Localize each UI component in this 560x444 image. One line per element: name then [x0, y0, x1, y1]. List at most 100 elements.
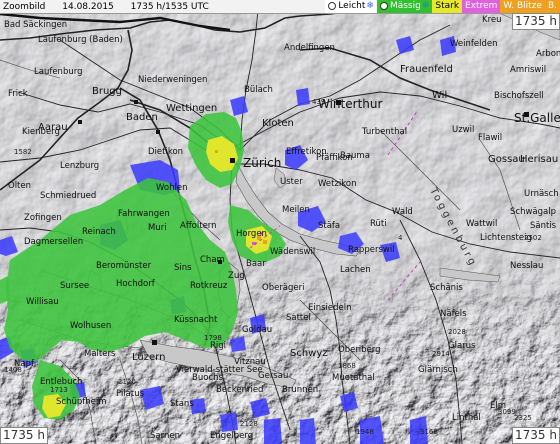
label-einsiedeln: Einsiedeln: [308, 303, 352, 313]
label-muri: Muri: [148, 223, 167, 233]
label-herisau: Herisau: [520, 154, 558, 165]
legend-dot-icon: [379, 1, 388, 10]
label-sattel: Sattel: [286, 313, 311, 323]
radar-map-view: Bad Säckingen Laufenburg (Baden) Laufenb…: [0, 0, 560, 444]
precipitation-radar-map: Bad Säckingen Laufenburg (Baden) Laufenb…: [0, 0, 560, 444]
elevation-label: 2028: [448, 328, 466, 336]
label-kreuzlingen: Kreu: [482, 15, 502, 25]
label-linthal: Linthal: [452, 413, 481, 423]
label-st-gallen: St.Gallen: [514, 111, 560, 125]
label-uzwil: Uzwil: [452, 125, 474, 135]
label-santis: Säntis: [530, 221, 557, 231]
label-stans: Stans: [170, 399, 194, 409]
label-amriswil: Amriswil: [510, 65, 546, 75]
label-arbon: Arbon: [536, 49, 560, 59]
legend-item-stark: Stark: [432, 0, 463, 13]
label-brunnen: Brunnen: [282, 385, 318, 395]
label-zurich: Zürich: [243, 156, 281, 170]
label-laufenburg-baden: Laufenburg (Baden): [38, 35, 123, 45]
elevation-label: 2325: [514, 414, 532, 422]
date-label: 14.08.2015: [62, 1, 114, 12]
label-wetzikon: Wetzikon: [318, 179, 357, 189]
label-hochdorf: Hochdorf: [116, 279, 156, 289]
label-bischofszell: Bischofszell: [494, 91, 544, 101]
label-baar: Baar: [246, 259, 266, 269]
timestamp-bottom-right: 1735 h: [512, 427, 560, 444]
label-glarnisch: Glärnisch: [418, 365, 458, 375]
elevation-label: 2502: [524, 234, 542, 242]
legend-dot-icon: [328, 1, 337, 10]
label-oberageri: Oberägeri: [262, 283, 305, 293]
label-lachen: Lachen: [340, 265, 371, 275]
label-rigi: Rigi: [210, 341, 226, 351]
label-flawil: Flawil: [478, 133, 502, 143]
label-uster: Uster: [280, 177, 303, 187]
label-niederweningen: Niederweningen: [138, 75, 207, 85]
label-fahrwangen: Fahrwangen: [118, 209, 170, 219]
label-kienberg: Kienberg: [22, 127, 60, 137]
label-beromunster: Beromünster: [96, 261, 152, 271]
view-mode-label: Zoombild: [3, 1, 46, 12]
label-frick: Frick: [8, 89, 28, 99]
label-rapperswil: Rapperswil: [348, 245, 395, 255]
elevation-label: 1868: [338, 362, 356, 370]
label-sins: Sins: [174, 263, 192, 273]
label-engelberg: Engelberg: [210, 431, 253, 441]
snowflake-icon: ❄: [421, 1, 430, 11]
elevation-label: 1798: [204, 334, 222, 342]
legend-label: Extrem: [465, 1, 498, 11]
label-zofingen: Zofingen: [24, 213, 62, 223]
label-urnasch: Urnäsch: [524, 189, 559, 199]
label-malters: Malters: [84, 349, 116, 359]
legend-label: W. Blitze: [503, 1, 542, 11]
timestamp-top-right: 1735 h: [512, 13, 560, 30]
label-horgen: Horgen: [236, 229, 267, 239]
label-meilen: Meilen: [282, 205, 310, 215]
label-wolhusen: Wolhusen: [70, 321, 111, 331]
label-laufenburg: Laufenburg: [34, 67, 82, 77]
label-bad-sackingen: Bad Säckingen: [4, 20, 67, 30]
legend-item-b: B.: [544, 0, 560, 13]
header-bar: Zoombild 14.08.2015 1735 h/1535 UTC Leic…: [0, 0, 560, 14]
legend-item-m-ssig: Mässig❄: [376, 0, 433, 13]
label-ruti: Rüti: [370, 219, 387, 229]
legend-label: Stark: [435, 1, 460, 11]
label-winterthur: Winterthur: [318, 97, 382, 111]
elevation-label: 1582: [14, 148, 32, 156]
elevation-label: 2128: [240, 420, 258, 428]
label-wald: Wald: [392, 207, 413, 217]
elevation-label: 4: [398, 234, 403, 242]
label-schupfheim: Schüpfheim: [56, 397, 107, 407]
label-lenzburg: Lenzburg: [60, 161, 99, 171]
label-affoltern: Affoltern: [180, 221, 217, 231]
label-schmiedrued: Schmiedrued: [40, 191, 96, 201]
label-wadenswil: Wädenswil: [270, 247, 315, 257]
label-schanis: Schänis: [430, 283, 463, 293]
elevation-label: 1948: [356, 428, 374, 436]
label-baden: Baden: [126, 112, 158, 123]
label-turbenthal: Turbenthal: [361, 127, 407, 137]
label-sursee: Sursee: [60, 281, 89, 291]
legend-item-leicht: Leicht❄: [325, 0, 377, 13]
label-frauenfeld: Frauenfeld: [400, 64, 453, 75]
label-wettingen: Wettingen: [166, 103, 217, 114]
label-kloten: Kloten: [262, 118, 294, 129]
label-wil: Wil: [432, 90, 447, 101]
intensity-legend: Leicht❄ Mässig❄ Stark Extrem W. Blitze B.: [325, 0, 560, 13]
legend-label: Mässig: [389, 1, 421, 11]
legend-item-w-blitze: W. Blitze: [500, 0, 545, 13]
label-cham: Cham: [200, 255, 225, 265]
timestamp-bottom-left: 1735 h: [0, 427, 48, 444]
label-muotathal: Muotathal: [332, 373, 375, 383]
label-beckenried: Beckenried: [216, 385, 263, 395]
label-goldau: Goldau: [242, 325, 272, 335]
legend-item-extrem: Extrem: [462, 0, 501, 13]
label-olten: Olten: [8, 181, 31, 191]
label-sarnen: Sarnen: [150, 431, 180, 441]
elevation-label: 439: [312, 98, 325, 106]
label-glarus: Glarus: [448, 341, 476, 351]
label-wattwil: Wattwil: [466, 219, 497, 229]
time-label: 1735 h/1535 UTC: [130, 1, 209, 12]
label-buochs: Buochs: [192, 373, 223, 383]
label-dagmersellen: Dagmersellen: [24, 237, 83, 247]
